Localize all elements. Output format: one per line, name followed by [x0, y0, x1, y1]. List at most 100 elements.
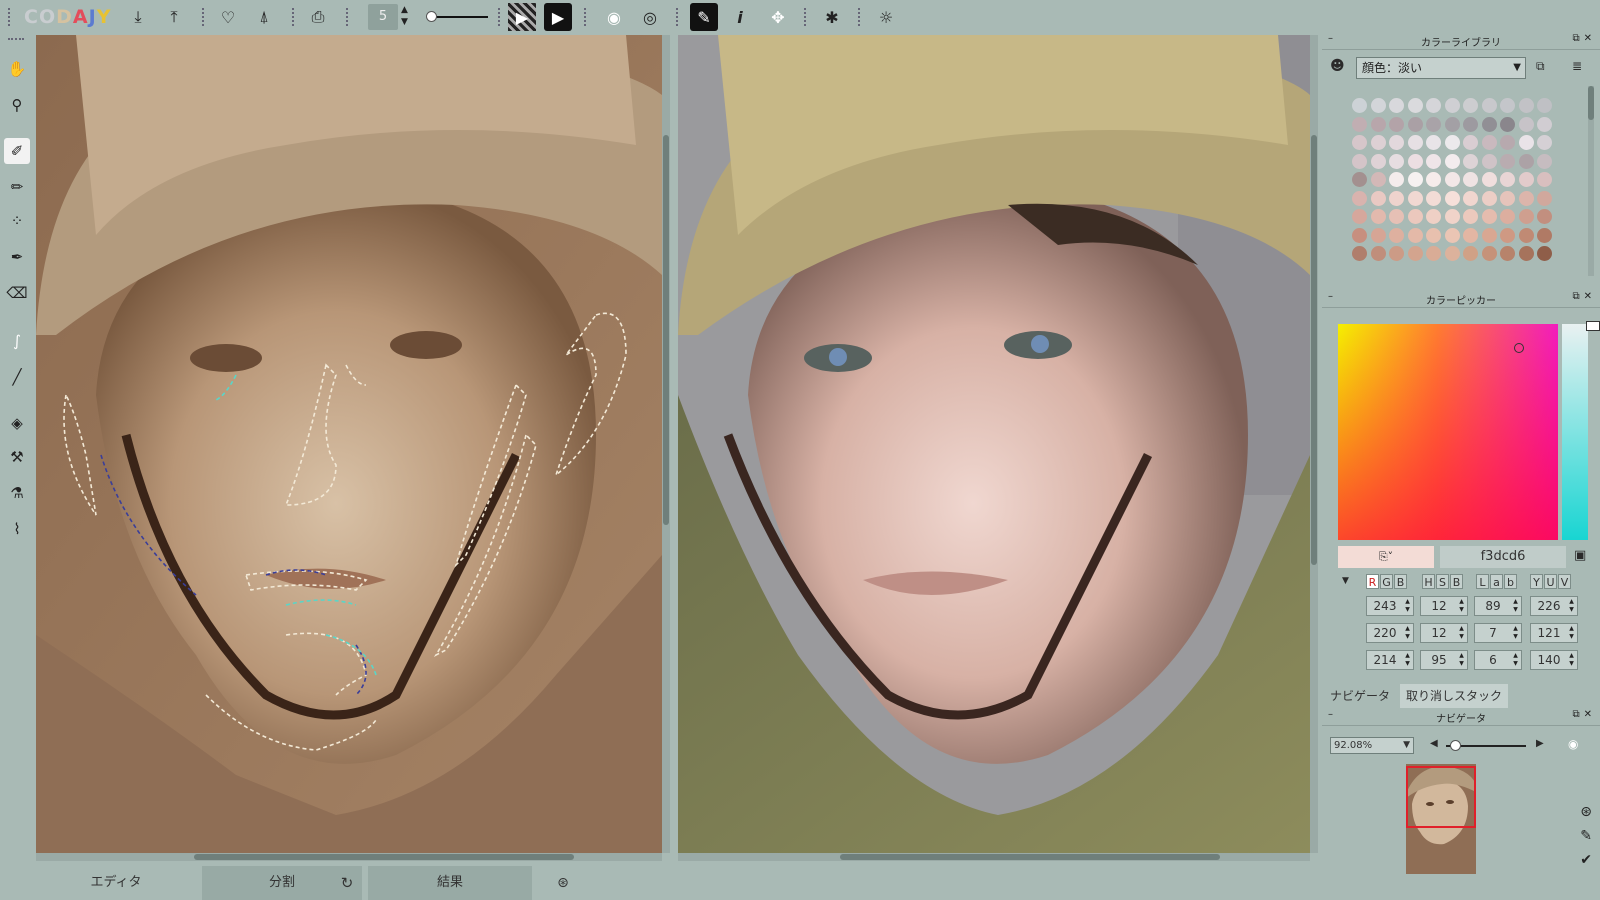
color-swatch[interactable]: [1463, 246, 1478, 261]
navigator-viewport-frame[interactable]: [1406, 766, 1476, 828]
color-swatch[interactable]: [1352, 246, 1367, 261]
eye-toggle-icon[interactable]: ⊛: [548, 866, 578, 900]
star-gear-icon[interactable]: ✱: [818, 3, 846, 31]
color-swatch[interactable]: [1389, 246, 1404, 261]
color-swatch[interactable]: [1407, 227, 1423, 243]
color-swatch[interactable]: [1481, 135, 1497, 150]
info-icon[interactable]: i: [726, 3, 754, 31]
color-swatch[interactable]: [1389, 190, 1404, 206]
zoom-slider-knob[interactable]: [1450, 740, 1461, 751]
color-swatch[interactable]: [1444, 135, 1460, 150]
y-value[interactable]: 226: [1530, 596, 1578, 616]
color-swatch[interactable]: [1481, 227, 1497, 243]
mode-u[interactable]: U: [1544, 574, 1557, 589]
result-canvas[interactable]: [678, 35, 1310, 853]
color-swatch[interactable]: [1389, 172, 1404, 187]
dotted-brush-icon[interactable]: ⁘: [4, 208, 30, 234]
color-swatch[interactable]: [1481, 153, 1497, 169]
collapse-icon[interactable]: –: [1328, 709, 1333, 720]
panel-controls-icon[interactable]: ⧉✕: [1572, 291, 1596, 302]
brightness-value[interactable]: 95: [1420, 650, 1468, 670]
hex-color-field[interactable]: f3dcd6: [1440, 546, 1566, 568]
color-swatch[interactable]: [1352, 227, 1367, 243]
expand-arrow-icon[interactable]: ▼: [1342, 576, 1349, 586]
color-swatch[interactable]: [1444, 227, 1460, 243]
color-library-dropdown[interactable]: 顔色：淡い ▼: [1356, 57, 1526, 79]
color-swatch[interactable]: [1444, 153, 1460, 169]
mode-hsb[interactable]: HSB: [1422, 574, 1464, 590]
mode-lab[interactable]: Lab: [1476, 574, 1518, 590]
color-swatch[interactable]: [1407, 172, 1423, 187]
color-swatch[interactable]: [1463, 98, 1478, 113]
color-swatch[interactable]: [1463, 116, 1478, 132]
color-swatch[interactable]: [1518, 227, 1534, 243]
color-swatch[interactable]: [1426, 209, 1441, 224]
eraser-icon[interactable]: ⌫: [4, 280, 30, 306]
smudge-icon[interactable]: ∫: [4, 328, 30, 354]
tab-navigator[interactable]: ナビゲータ: [1322, 684, 1398, 708]
mode-v[interactable]: V: [1558, 574, 1571, 589]
color-swatch[interactable]: [1407, 153, 1423, 169]
pencil-icon[interactable]: ✏: [4, 174, 30, 200]
zoom-dropdown[interactable]: 92.08% ▼: [1330, 737, 1414, 754]
color-swatch[interactable]: [1444, 116, 1460, 132]
color-swatch[interactable]: [1407, 135, 1423, 150]
export-icon[interactable]: ⤒: [160, 3, 188, 31]
u-value[interactable]: 121: [1530, 623, 1578, 643]
saturation-value[interactable]: 12: [1420, 623, 1468, 643]
mode-y[interactable]: Y: [1530, 574, 1543, 589]
color-swatch[interactable]: [1500, 116, 1515, 132]
color-swatch[interactable]: [1352, 135, 1367, 150]
color-swatch[interactable]: [1500, 153, 1515, 169]
list-icon[interactable]: ≣: [1572, 59, 1582, 73]
fullscreen-icon[interactable]: ✥: [764, 3, 792, 31]
color-swatch[interactable]: [1444, 172, 1460, 187]
color-swatch[interactable]: [1444, 209, 1460, 224]
color-swatch[interactable]: [1463, 172, 1478, 187]
mode-h[interactable]: H: [1422, 574, 1435, 589]
tab-undo-stack[interactable]: 取り消しスタック: [1400, 684, 1508, 708]
color-swatch[interactable]: [1370, 135, 1386, 150]
color-swatch[interactable]: [1518, 190, 1534, 206]
color-swatch[interactable]: [1352, 98, 1367, 113]
pen-icon[interactable]: ✎: [690, 3, 718, 31]
color-swatch[interactable]: [1518, 153, 1534, 169]
b-value[interactable]: 6: [1474, 650, 1522, 670]
saturation-brightness-field[interactable]: [1338, 324, 1558, 540]
import-icon[interactable]: ⤓: [124, 3, 152, 31]
brush-size-field[interactable]: 5: [368, 4, 398, 30]
result-horizontal-scrollbar[interactable]: [678, 853, 1310, 861]
color-swatch[interactable]: [1370, 98, 1386, 113]
color-swatch[interactable]: [1481, 116, 1497, 132]
hue-value[interactable]: 12: [1420, 596, 1468, 616]
color-swatch[interactable]: [1463, 227, 1478, 243]
color-swatch[interactable]: [1370, 246, 1386, 261]
v-value[interactable]: 140: [1530, 650, 1578, 670]
color-swatch[interactable]: [1537, 246, 1552, 261]
color-swatch[interactable]: [1389, 98, 1404, 113]
mode-rgb[interactable]: RGB: [1366, 574, 1408, 590]
color-swatch[interactable]: [1537, 135, 1552, 150]
brush-icon[interactable]: ✐: [4, 138, 30, 164]
eye-dotted-icon[interactable]: ◎: [636, 3, 664, 31]
color-swatch[interactable]: [1352, 172, 1367, 187]
color-swatch[interactable]: [1444, 190, 1460, 206]
color-swatch[interactable]: [1500, 227, 1515, 243]
color-swatch[interactable]: [1370, 172, 1386, 187]
collapse-icon[interactable]: –: [1328, 33, 1333, 44]
mode-l[interactable]: L: [1476, 574, 1489, 589]
color-swatch[interactable]: [1389, 227, 1404, 243]
color-swatch[interactable]: [1352, 116, 1367, 132]
color-swatch[interactable]: [1481, 98, 1497, 113]
mode-lab-b[interactable]: b: [1504, 574, 1517, 589]
mode-a[interactable]: a: [1490, 574, 1503, 589]
heart-upload-icon[interactable]: ⍋: [250, 3, 278, 31]
lightness-value[interactable]: 89: [1474, 596, 1522, 616]
panel-controls-icon[interactable]: ⧉✕: [1572, 33, 1596, 44]
color-swatch[interactable]: [1537, 116, 1552, 132]
eye-icon[interactable]: ◉: [1568, 737, 1578, 751]
color-swatch[interactable]: [1537, 172, 1552, 187]
hue-slider[interactable]: [1562, 324, 1588, 540]
color-swatch[interactable]: [1352, 153, 1367, 169]
copy-icon[interactable]: ⧉: [1536, 59, 1545, 74]
